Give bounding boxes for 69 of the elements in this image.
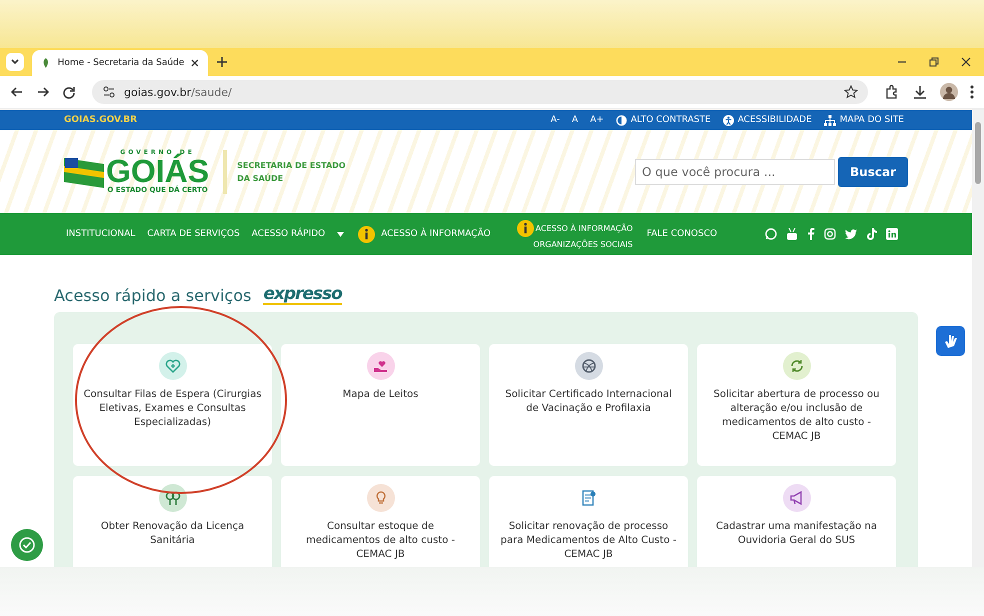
- tiktok-icon[interactable]: [866, 228, 877, 240]
- nav-item[interactable]: ACESSO À INFORMAÇÃO: [381, 229, 491, 239]
- forward-icon[interactable]: [36, 85, 50, 99]
- service-card[interactable]: Consultar Filas de Espera (Cirurgias Eletivas, Exames e Consultas Especializadas): [73, 344, 272, 466]
- top-bar-link[interactable]: MAPA DO SITE: [840, 115, 904, 125]
- url-text: goias.gov.br/saude/: [124, 86, 232, 98]
- site-settings-icon[interactable]: [102, 85, 116, 99]
- secretariat-name: SECRETARIA DE ESTADO DA SAÚDE: [237, 160, 347, 184]
- star-icon[interactable]: [844, 85, 858, 99]
- service-card[interactable]: Consultar estoque de medicamentos de alto custo - CEMAC JB: [281, 476, 480, 567]
- card-label: Solicitar renovação de processo para Medicamentos de Alto Custo - CEMAC JB: [500, 520, 678, 562]
- search-button[interactable]: Buscar: [838, 156, 908, 186]
- top-bar-link[interactable]: ACESSIBILIDADE: [738, 115, 812, 125]
- contrast-icon: [616, 114, 627, 126]
- back-icon[interactable]: [10, 85, 24, 99]
- top-bar-link[interactable]: A-: [550, 115, 560, 125]
- top-bar-link[interactable]: ALTO CONTRASTE: [630, 115, 711, 125]
- top-bar-link[interactable]: A: [572, 115, 578, 125]
- expresso-logo: expresso: [263, 285, 342, 305]
- address-bar[interactable]: goias.gov.br/saude/: [92, 80, 868, 104]
- scrollbar[interactable]: [972, 110, 984, 567]
- service-card[interactable]: Solicitar Certificado Internacional de Vacinação e Profilaxia: [489, 344, 688, 466]
- reload-icon[interactable]: [62, 85, 76, 99]
- avatar-icon[interactable]: [940, 83, 958, 101]
- card-label: Solicitar abertura de processo ou alteração e/ou inclusão de medicamentos de alto custo - CEMAC JB: [712, 388, 880, 444]
- card-label: Mapa de Leitos: [342, 388, 418, 402]
- card-label: Solicitar Certificado Internacional de Vacinação e Profilaxia: [504, 388, 673, 416]
- facebook-icon[interactable]: [807, 228, 815, 240]
- sign-language-button[interactable]: [936, 326, 965, 356]
- nav-item[interactable]: ORGANIZAÇÕES SOCIAIS: [533, 240, 633, 248]
- top-bar-link[interactable]: A+: [590, 115, 604, 125]
- check-icon: [18, 536, 36, 554]
- menu-icon[interactable]: [970, 85, 974, 99]
- search-field[interactable]: O que você procura ...: [635, 158, 836, 184]
- tab-list-button[interactable]: [6, 53, 24, 71]
- restore-icon[interactable]: [928, 56, 940, 68]
- new-tab-icon[interactable]: [216, 56, 228, 68]
- consent-button[interactable]: [11, 529, 43, 561]
- whatsapp-icon[interactable]: [765, 228, 777, 240]
- linkedin-icon[interactable]: [886, 228, 898, 240]
- card-label: Obter Renovação da Licença Sanitária: [100, 520, 246, 548]
- section-title: Acesso rápido a serviços: [54, 286, 252, 304]
- service-card[interactable]: Mapa de Leitos: [281, 344, 480, 466]
- info-icon: [358, 226, 376, 242]
- service-card[interactable]: Cadastrar uma manifestação na Ouvidoria Geral do SUS: [697, 476, 896, 567]
- accessibility-icon: [722, 114, 734, 126]
- instagram-icon[interactable]: [824, 228, 836, 240]
- download-icon[interactable]: [912, 84, 928, 100]
- browser-tab[interactable]: Home - Secretaria da Saúde: [32, 50, 208, 76]
- close-icon[interactable]: [190, 58, 200, 68]
- nav-item[interactable]: CARTA DE SERVIÇOS: [147, 229, 240, 239]
- card-label: Consultar estoque de medicamentos de alto custo - CEMAC JB: [305, 520, 456, 562]
- nav-item[interactable]: ACESSO À INFORMAÇÃO: [536, 224, 633, 232]
- info-icon: [516, 220, 534, 236]
- caret-icon[interactable]: [337, 232, 344, 236]
- service-card[interactable]: Solicitar renovação de processo para Medicamentos de Alto Custo - CEMAC JB: [489, 476, 688, 567]
- nav-item[interactable]: FALE CONOSCO: [646, 229, 718, 239]
- card-label: Cadastrar uma manifestação na Ouvidoria Geral do SUS: [715, 520, 878, 548]
- sitemap-icon: [824, 114, 836, 126]
- chevron-down-icon: [10, 57, 20, 67]
- tab-title: Home - Secretaria da Saúde: [58, 58, 184, 68]
- nav-item[interactable]: INSTITUCIONAL: [66, 229, 136, 239]
- service-card[interactable]: Solicitar abertura de processo ou alteração e/ou inclusão de medicamentos de alto custo - CEMAC JB: [697, 344, 896, 466]
- close-icon[interactable]: [960, 56, 972, 68]
- card-label: Consultar Filas de Espera (Cirurgias Eletivas, Exames e Consultas Especializadas): [83, 388, 262, 430]
- twitter-icon[interactable]: [845, 228, 857, 240]
- service-card[interactable]: Obter Renovação da Licença Sanitária: [73, 476, 272, 567]
- site-link[interactable]: GOIAS.GOV.BR: [64, 115, 138, 125]
- nav-item[interactable]: ACESSO RÁPIDO: [252, 229, 326, 239]
